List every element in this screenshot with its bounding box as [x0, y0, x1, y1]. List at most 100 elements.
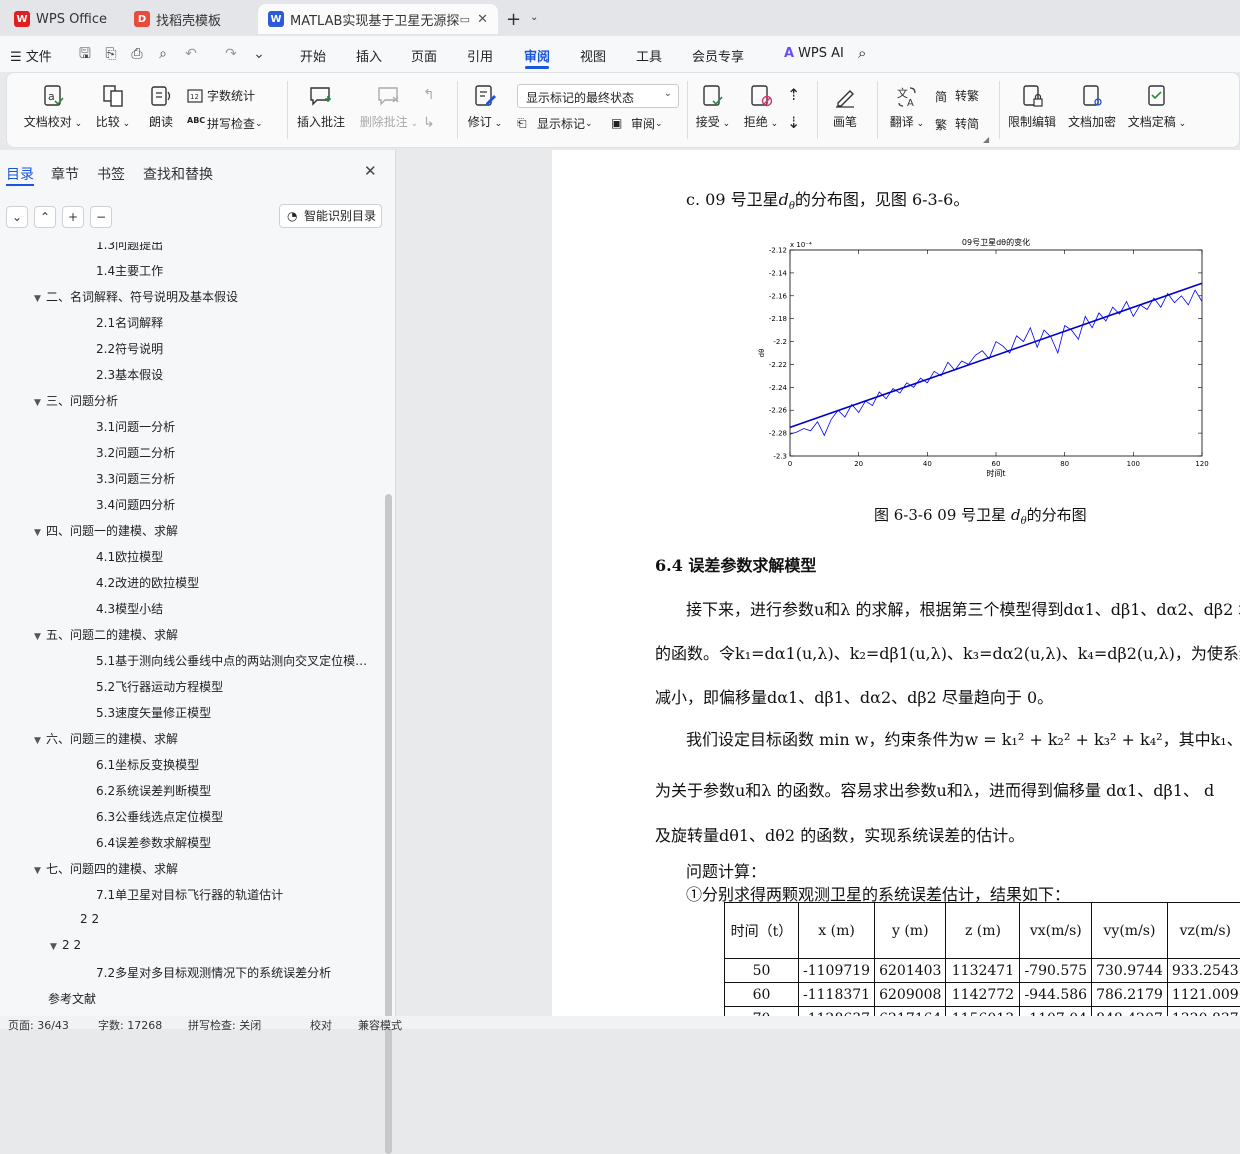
output-pdf-icon[interactable]: ⎘: [102, 45, 120, 63]
toc-item[interactable]: 6.1坐标反变换模型: [96, 756, 199, 773]
pen-button[interactable]: 画笔: [825, 83, 865, 130]
save-icon[interactable]: 🖫: [76, 45, 94, 63]
spell-check-status[interactable]: 拼写检查: 关闭: [188, 1017, 261, 1033]
toc-item[interactable]: 1.4主要工作: [96, 262, 163, 279]
nav-tab-find-replace[interactable]: 查找和替换: [143, 164, 213, 184]
toc-item[interactable]: ▼六、问题三的建模、求解: [34, 730, 178, 747]
to-simplified-button[interactable]: 繁 转简: [935, 115, 979, 132]
insert-comment-button[interactable]: 插入批注: [293, 83, 349, 130]
collapse-all-button[interactable]: ⌄: [6, 206, 28, 228]
word-count-button[interactable]: 12 字数统计: [187, 87, 255, 104]
menu-page[interactable]: 页面: [411, 46, 437, 65]
next-comment-icon[interactable]: ↳: [423, 115, 435, 131]
read-aloud-button[interactable]: 朗读: [141, 83, 181, 130]
to-traditional-button[interactable]: 简 转繁: [935, 87, 979, 104]
tab-wps-office[interactable]: W WPS Office: [4, 4, 116, 34]
menu-insert[interactable]: 插入: [356, 46, 382, 65]
close-icon[interactable]: ✕: [364, 162, 377, 180]
compare-button[interactable]: 比较 ⌄: [93, 83, 133, 130]
toc-item[interactable]: 6.4误差参数求解模型: [96, 834, 211, 851]
expand-triangle-icon[interactable]: ▼: [34, 866, 46, 876]
search-icon[interactable]: ⌕: [858, 44, 866, 62]
redo-icon[interactable]: ↷: [222, 45, 240, 63]
toc-item[interactable]: 6.2系统误差判断模型: [96, 782, 211, 799]
toc-item[interactable]: 5.2飞行器运动方程模型: [96, 678, 223, 695]
document-page[interactable]: c. 09 号卫星dθ的分布图，见图 6-3-6。 02040608010012…: [552, 150, 1240, 1016]
preview-icon[interactable]: ⌕: [154, 45, 172, 63]
reject-button[interactable]: 拒绝 ⌄: [741, 83, 781, 130]
prev-comment-icon[interactable]: ↰: [423, 87, 435, 103]
review-pane-button[interactable]: ▣ 审阅 ⌄: [611, 115, 663, 132]
markup-mode-select[interactable]: 显示标记的最终状态 ⌄: [517, 84, 679, 108]
spell-check-button[interactable]: ABC 拼写检查 ⌄: [187, 115, 263, 132]
menu-member[interactable]: 会员专享: [692, 46, 744, 65]
toc-item[interactable]: 4.2改进的欧拉模型: [96, 574, 199, 591]
expand-triangle-icon[interactable]: ▼: [34, 736, 46, 746]
expand-triangle-icon[interactable]: ▼: [34, 398, 46, 408]
finalize-button[interactable]: 文档定稿 ⌄: [1125, 83, 1189, 130]
toc-item[interactable]: ▼五、问题二的建模、求解: [34, 626, 178, 643]
toc-item[interactable]: 参考文献: [48, 990, 96, 1007]
toc-item[interactable]: 3.1问题一分析: [96, 418, 175, 435]
toc-item[interactable]: 3.3问题三分析: [96, 470, 175, 487]
prev-change-icon[interactable]: ⇡: [787, 85, 800, 104]
remove-heading-button[interactable]: −: [90, 206, 112, 228]
expand-triangle-icon[interactable]: ▼: [50, 942, 62, 952]
close-icon[interactable]: ✕: [477, 12, 488, 27]
more-icon[interactable]: ⌄: [250, 45, 268, 63]
toc-item[interactable]: ▼四、问题一的建模、求解: [34, 522, 178, 539]
toc-item[interactable]: ▼三、问题分析: [34, 392, 118, 409]
toc-item[interactable]: 6.3公垂线选点定位模型: [96, 808, 223, 825]
tab-docer[interactable]: D 找稻壳模板: [124, 4, 252, 34]
toc-item[interactable]: 2.3基本假设: [96, 366, 163, 383]
expand-up-button[interactable]: ⌃: [34, 206, 56, 228]
next-change-icon[interactable]: ⇣: [787, 113, 800, 132]
undo-icon[interactable]: ↶: [182, 45, 200, 63]
expand-corner-icon[interactable]: ◢: [983, 135, 989, 144]
wps-ai-button[interactable]: A WPS AI: [784, 46, 844, 61]
toc-item[interactable]: 3.4问题四分析: [96, 496, 175, 513]
expand-triangle-icon[interactable]: ▼: [34, 632, 46, 642]
ai-toc-button[interactable]: ◔ 智能识别目录: [279, 204, 382, 228]
toc-item[interactable]: ▼二、名词解释、符号说明及基本假设: [34, 288, 238, 305]
menu-tools[interactable]: 工具: [636, 46, 662, 65]
toc-item[interactable]: 7.1单卫星对目标飞行器的轨道估计: [96, 886, 283, 903]
toc-item[interactable]: 4.1欧拉模型: [96, 548, 163, 565]
nav-tab-bookmark[interactable]: 书签: [97, 164, 125, 184]
file-menu[interactable]: ☰ 文件: [10, 46, 52, 65]
toc-item[interactable]: 2.2符号说明: [96, 340, 163, 357]
restrict-edit-button[interactable]: 限制编辑: [1005, 83, 1059, 130]
expand-triangle-icon[interactable]: ▼: [34, 528, 46, 538]
nav-tab-chapter[interactable]: 章节: [51, 164, 79, 184]
toc-scrollbar[interactable]: [385, 494, 392, 1154]
page-count[interactable]: 页面: 36/43: [8, 1017, 69, 1033]
tab-document[interactable]: W MATLAB实现基于卫星无源探测 ▭ ✕: [258, 4, 498, 34]
toc-item[interactable]: 3.2问题二分析: [96, 444, 175, 461]
doc-proof-button[interactable]: a 文档校对 ⌄: [23, 83, 83, 130]
translate-button[interactable]: 文A 翻译 ⌄: [885, 83, 929, 130]
toc-item[interactable]: 4.3模型小结: [96, 600, 163, 617]
screen-icon[interactable]: ▭: [460, 13, 470, 26]
show-markup-button[interactable]: ⎗ 显示标记 ⌄: [517, 115, 593, 132]
toc-item[interactable]: 7.2多星对多目标观测情况下的系统误差分析: [96, 964, 331, 981]
proof-status[interactable]: 校对: [310, 1017, 332, 1033]
track-changes-button[interactable]: 修订 ⌄: [463, 83, 507, 130]
toc-item[interactable]: 5.3速度矢量修正模型: [96, 704, 211, 721]
toc-item[interactable]: ▼七、问题四的建模、求解: [34, 860, 178, 877]
expand-triangle-icon[interactable]: ▼: [34, 294, 46, 304]
chevron-down-icon[interactable]: ⌄: [530, 12, 538, 23]
toc-item[interactable]: 1.3问题提出: [96, 242, 163, 253]
menu-start[interactable]: 开始: [300, 46, 326, 65]
toc-item[interactable]: 5.1基于测向线公垂线中点的两站测向交叉定位模…: [96, 652, 367, 669]
menu-reference[interactable]: 引用: [467, 46, 493, 65]
toc-item[interactable]: ▼2 2: [50, 938, 81, 952]
menu-review[interactable]: 审阅: [524, 46, 550, 65]
add-heading-button[interactable]: +: [62, 206, 84, 228]
accept-button[interactable]: 接受 ⌄: [693, 83, 733, 130]
nav-tab-toc[interactable]: 目录: [6, 164, 34, 184]
menu-view[interactable]: 视图: [580, 46, 606, 65]
encrypt-button[interactable]: 文档加密: [1065, 83, 1119, 130]
toc-item[interactable]: 2 2: [80, 912, 99, 926]
new-tab-icon[interactable]: +: [506, 9, 521, 30]
word-count[interactable]: 字数: 17268: [98, 1017, 162, 1033]
